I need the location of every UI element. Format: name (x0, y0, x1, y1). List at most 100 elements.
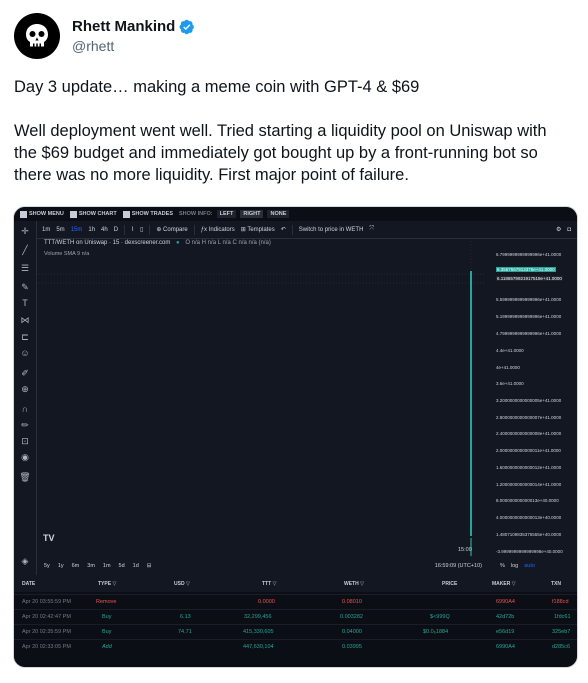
text-icon[interactable]: T (19, 297, 31, 309)
layers-icon[interactable]: ◈ (19, 555, 31, 567)
trade-price: $0.0₆1884 (423, 629, 449, 635)
log-scale-button[interactable]: log (511, 563, 518, 569)
tweet-media[interactable]: SHOW MENU SHOW CHART SHOW TRADES SHOW IN… (13, 206, 578, 668)
table-row[interactable]: Apr 20 02:42:47 PM Buy 6.13 32,299,456 0… (14, 609, 577, 625)
table-row[interactable]: Apr 20 02:35:59 PM Buy 74.71 415,330,605… (14, 624, 577, 640)
percent-scale-button[interactable]: % (500, 563, 505, 569)
switch-price-button[interactable]: Switch to price in WETH (299, 227, 364, 233)
timeframe-1m[interactable]: 1m (42, 227, 50, 233)
header-price[interactable]: PRICE (442, 581, 457, 587)
magnet-icon[interactable]: ∩ (19, 403, 31, 415)
info-none-button[interactable]: NONE (267, 210, 290, 218)
range-1y[interactable]: 1y (58, 563, 64, 569)
trade-ttt: 0.0000 (258, 599, 275, 605)
timeframe-d[interactable]: D (114, 227, 118, 233)
header-maker[interactable]: MAKER ▽ (492, 581, 516, 587)
price-label: 2.4000000000000008e+41.0000 (496, 431, 562, 436)
table-row[interactable]: Apr 20 03:55:59 PM Remove 0.0000 0.08010… (14, 594, 577, 610)
drawing-toolbar: ✛ ╱ ☰ ✎ T ⋈ ⊏ ☺ ✐ ⊕ ∩ ✏ ⊡ ◉ 🗑 ◈ (14, 221, 37, 575)
timeframe-15m[interactable]: 15m (71, 227, 83, 233)
trade-weth: 0.003282 (340, 614, 363, 620)
lock-drawing-icon[interactable]: ✏ (19, 419, 31, 431)
camera-icon[interactable]: ◘ (567, 227, 571, 233)
price-label: 4.4e+41.0000 (496, 348, 524, 353)
function-icon: ƒx (200, 226, 209, 233)
trade-txn[interactable]: 1fdc61 (554, 614, 571, 620)
show-chart-label: SHOW CHART (78, 211, 117, 217)
price-candle[interactable] (470, 271, 472, 536)
trade-maker[interactable]: 6990A4 (496, 599, 515, 605)
range-1d[interactable]: 1d (133, 563, 139, 569)
trade-ttt: 32,299,456 (244, 614, 272, 620)
ruler-icon[interactable]: ✐ (19, 367, 31, 379)
tweet-line-2: Well deployment went well. Tried startin… (14, 122, 547, 184)
range-5d[interactable]: 5d (119, 563, 125, 569)
settings-icon[interactable]: ⚙ (556, 226, 561, 233)
horizontal-lines-icon[interactable]: ☰ (19, 262, 31, 274)
header-usd-label: USD (174, 581, 185, 587)
info-left-button[interactable]: LEFT (216, 210, 237, 218)
filter-icon: ▽ (511, 581, 516, 587)
auto-scale-button[interactable]: auto (524, 563, 535, 569)
show-chart-toggle[interactable]: SHOW CHART (69, 210, 117, 218)
volume-legend: Volume SMA 9 n/a (44, 251, 90, 257)
price-label: 8.000000000000013e+40.0000 (496, 498, 559, 503)
trash-icon[interactable]: 🗑 (19, 471, 31, 483)
trendline-icon[interactable]: ╱ (19, 244, 31, 256)
avatar[interactable] (14, 13, 60, 59)
handle[interactable]: @rhett (72, 38, 195, 54)
lock-icon[interactable]: ⊡ (19, 435, 31, 447)
show-info-label: SHOW INFO: (178, 211, 213, 217)
range-1m[interactable]: 1m (103, 563, 111, 569)
chart-type-icon[interactable]: ⌇ (131, 226, 134, 233)
brush-icon[interactable]: ✎ (19, 281, 31, 293)
undo-icon[interactable]: ↶ (281, 226, 286, 233)
header-ttt-label: TTT (262, 581, 272, 587)
trade-txn[interactable]: 325eb7 (552, 629, 570, 635)
candles-icon[interactable]: ▯ (140, 226, 143, 233)
trade-date: Apr 20 02:35:59 PM (22, 629, 71, 635)
table-row[interactable]: Apr 20 02:33:05 PM Add 447,630,104 0.039… (14, 639, 577, 655)
filter-icon: ▽ (185, 581, 190, 587)
fullscreen-icon[interactable]: ⤧ (369, 226, 374, 233)
trade-ttt: 415,330,605 (243, 629, 274, 635)
show-menu-toggle[interactable]: SHOW MENU (20, 210, 64, 218)
trade-maker[interactable]: 42d72b (496, 614, 514, 620)
timeframe-5m[interactable]: 5m (56, 227, 64, 233)
emoji-icon[interactable]: ☺ (19, 347, 31, 359)
trade-txn[interactable]: f188cd (552, 599, 569, 605)
header-txn[interactable]: TXN (551, 581, 561, 587)
range-3m[interactable]: 3m (87, 563, 95, 569)
header-usd[interactable]: USD ▽ (174, 581, 190, 587)
trade-type: Remove (96, 599, 117, 605)
indicators-button[interactable]: ƒx Indicators (201, 227, 235, 233)
display-name[interactable]: Rhett Mankind (72, 18, 175, 35)
info-right-button[interactable]: RIGHT (240, 210, 264, 218)
trade-maker[interactable]: 6990A4 (496, 644, 515, 650)
zoom-icon[interactable]: ⊕ (19, 383, 31, 395)
chart-area[interactable]: TTT/WETH on Uniswap · 15 · dexscreener.c… (36, 238, 486, 575)
trade-maker[interactable]: e56d19 (496, 629, 514, 635)
header-ttt[interactable]: TTT ▽ (262, 581, 276, 587)
crosshair-icon[interactable]: ✛ (19, 225, 31, 237)
pattern-icon[interactable]: ⋈ (19, 314, 31, 326)
header-weth[interactable]: WETH ▽ (344, 581, 364, 587)
trade-txn[interactable]: d285c6 (552, 644, 570, 650)
trade-usd: 6.13 (180, 614, 191, 620)
legend-title: TTT/WETH on Uniswap · 15 · dexscreener.c… (44, 240, 171, 246)
range-5y[interactable]: 5y (44, 563, 50, 569)
measure-icon[interactable]: ⊏ (19, 331, 31, 343)
price-scale[interactable]: 6.7999999999999996e+41.0000 6.3567567913… (486, 238, 577, 575)
compare-button[interactable]: ⊕ Compare (156, 226, 187, 233)
show-trades-toggle[interactable]: SHOW TRADES (122, 210, 173, 218)
header-type[interactable]: TYPE ▽ (98, 581, 116, 587)
timeframe-4h[interactable]: 4h (101, 227, 108, 233)
eye-icon[interactable]: ◉ (19, 451, 31, 463)
header-date[interactable]: DATE (22, 581, 35, 587)
range-6m[interactable]: 6m (72, 563, 80, 569)
goto-date-icon[interactable]: ⊟ (147, 563, 152, 569)
timeframe-1h[interactable]: 1h (88, 227, 95, 233)
templates-button[interactable]: ⊞ Templates (241, 226, 275, 233)
toolbar-divider (149, 224, 151, 235)
price-label: 1.6000000000000012e+41.0000 (496, 465, 562, 470)
